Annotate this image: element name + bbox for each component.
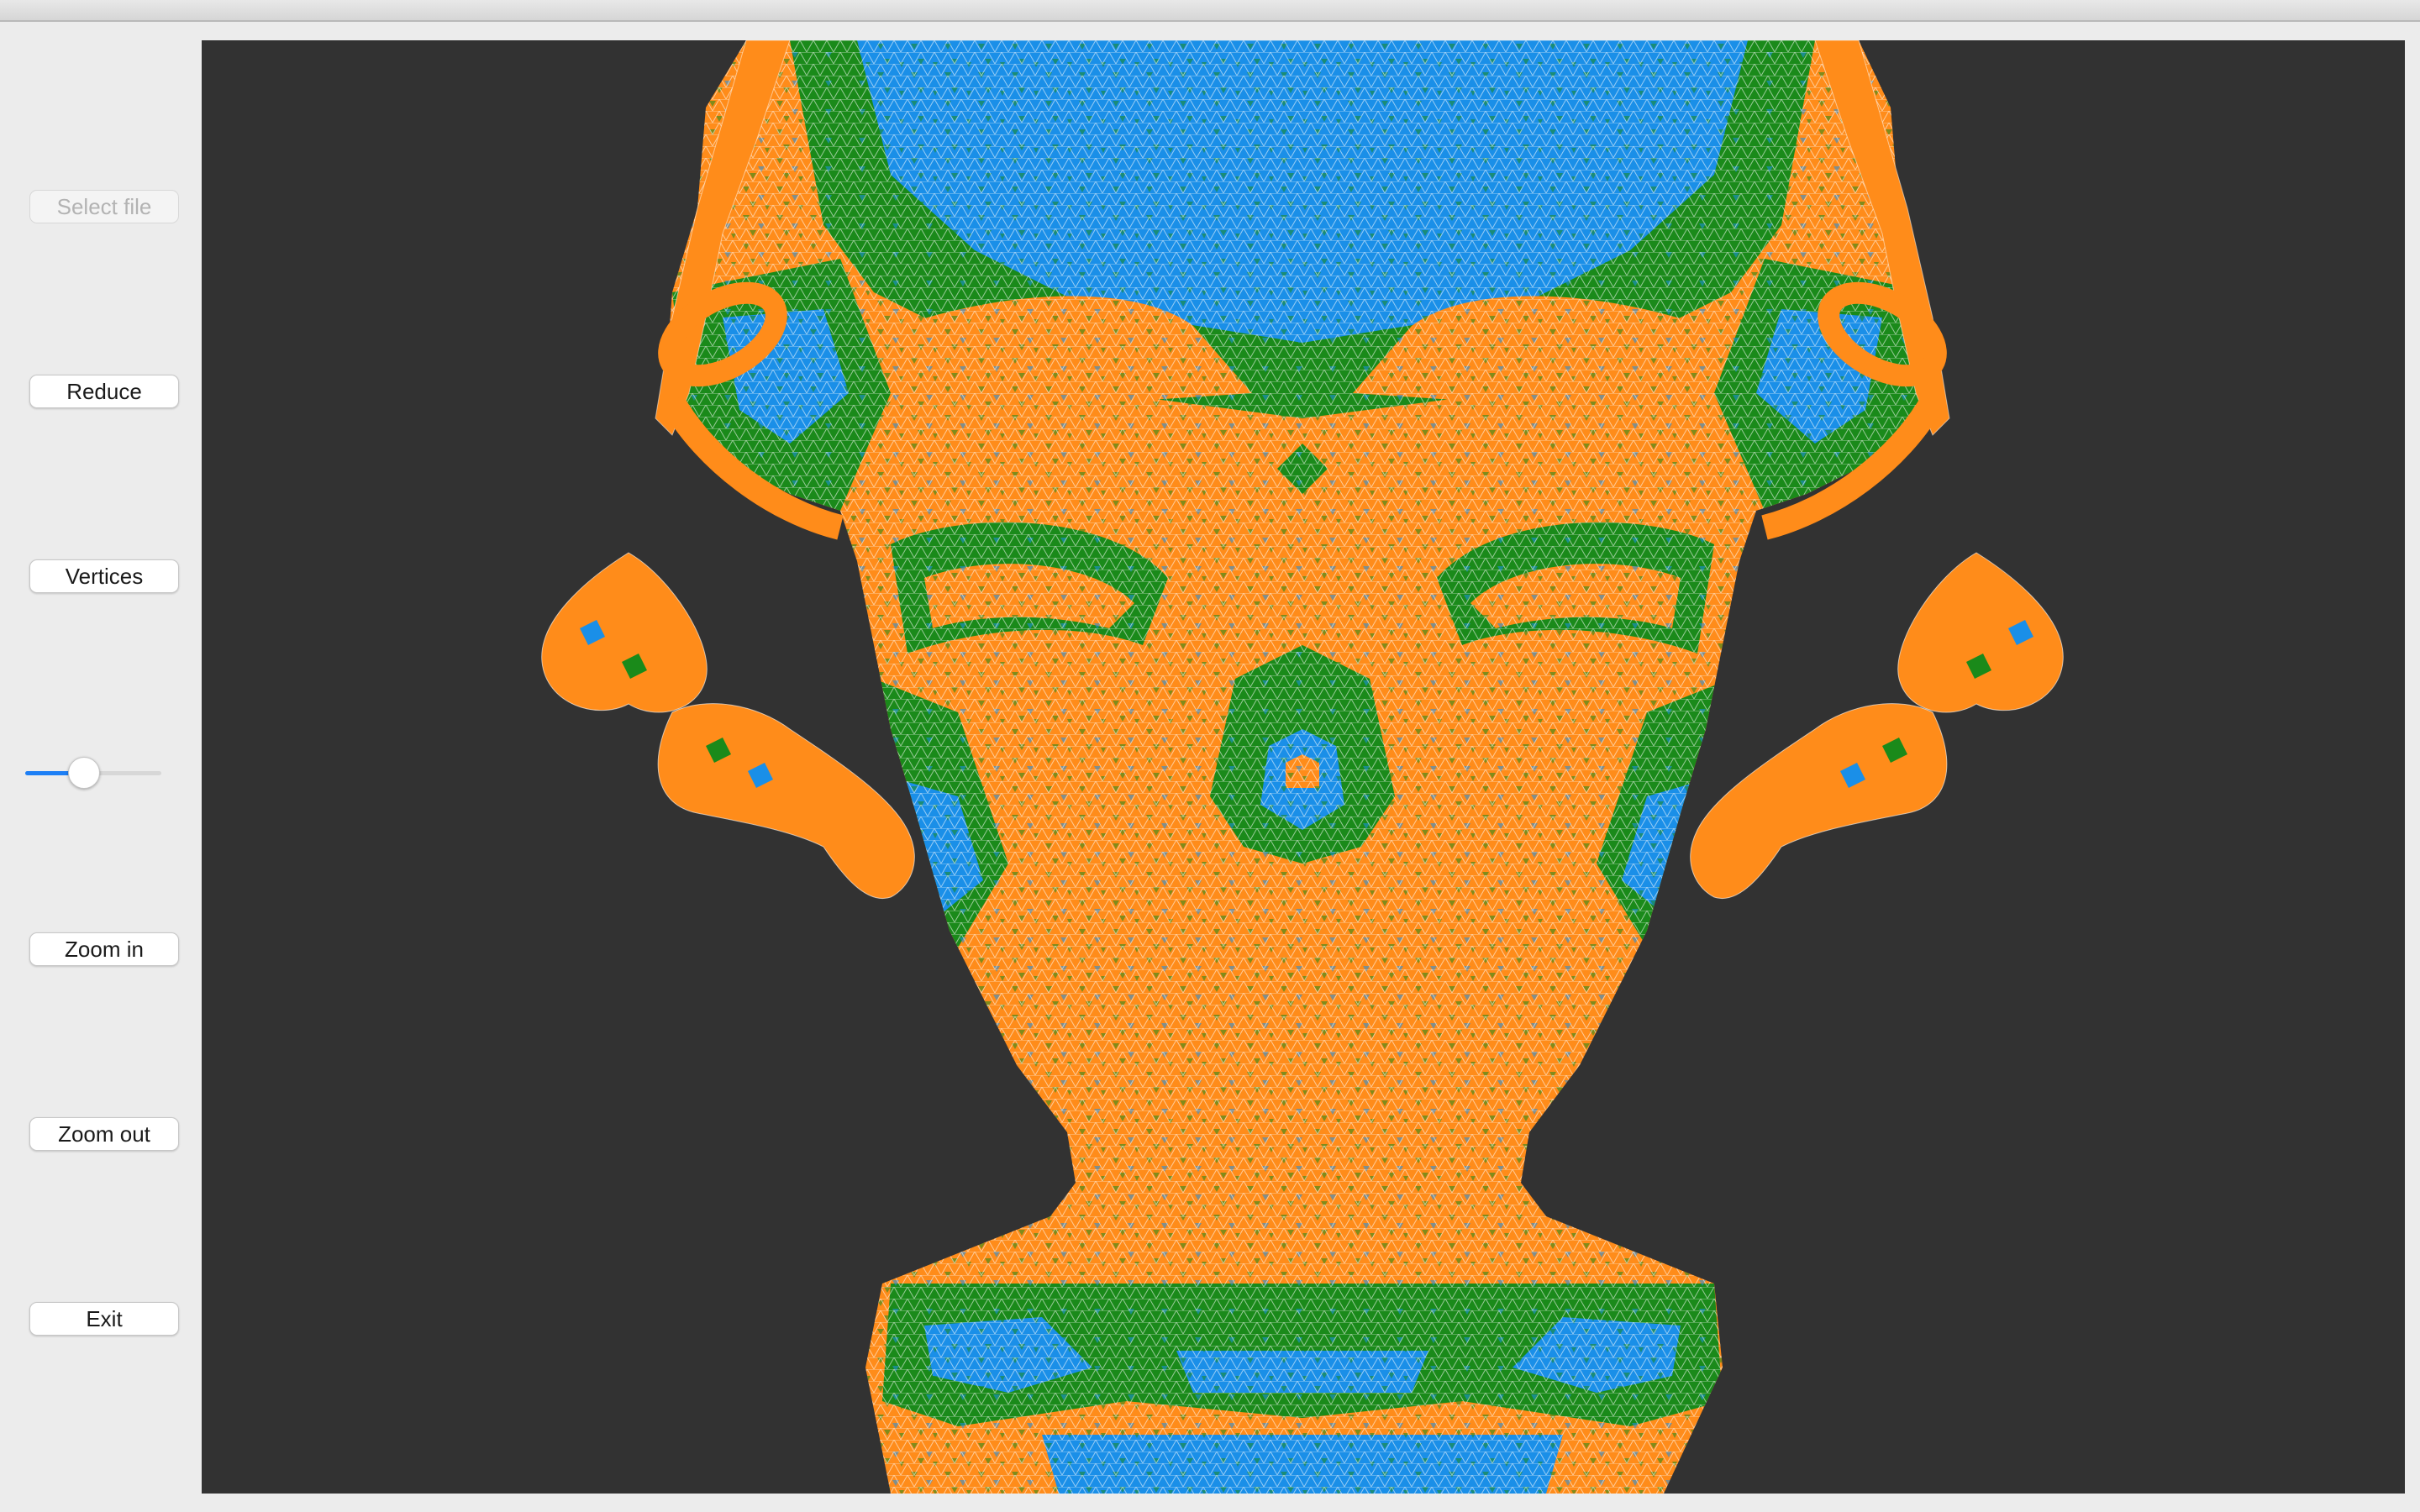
vertices-button[interactable]: Vertices <box>29 559 179 593</box>
mesh-viewport[interactable] <box>202 40 2405 1494</box>
title-bar <box>0 0 2420 22</box>
app-window: Select file Reduce Vertices Zoom in Zoom… <box>0 0 2420 1512</box>
left-ear-ornament <box>541 552 915 900</box>
mesh-canvas[interactable] <box>202 40 2405 1494</box>
zoom-out-button[interactable]: Zoom out <box>29 1117 179 1151</box>
right-ear-ornament <box>1690 552 2064 900</box>
control-sidebar: Select file Reduce Vertices Zoom in Zoom… <box>0 22 202 1512</box>
zoom-in-button[interactable]: Zoom in <box>29 932 179 966</box>
mesh-model <box>541 40 2064 1494</box>
select-file-button[interactable]: Select file <box>29 190 179 223</box>
reduce-button[interactable]: Reduce <box>29 375 179 408</box>
reduction-slider[interactable] <box>25 756 161 790</box>
exit-button[interactable]: Exit <box>29 1302 179 1336</box>
slider-thumb[interactable] <box>68 757 100 789</box>
